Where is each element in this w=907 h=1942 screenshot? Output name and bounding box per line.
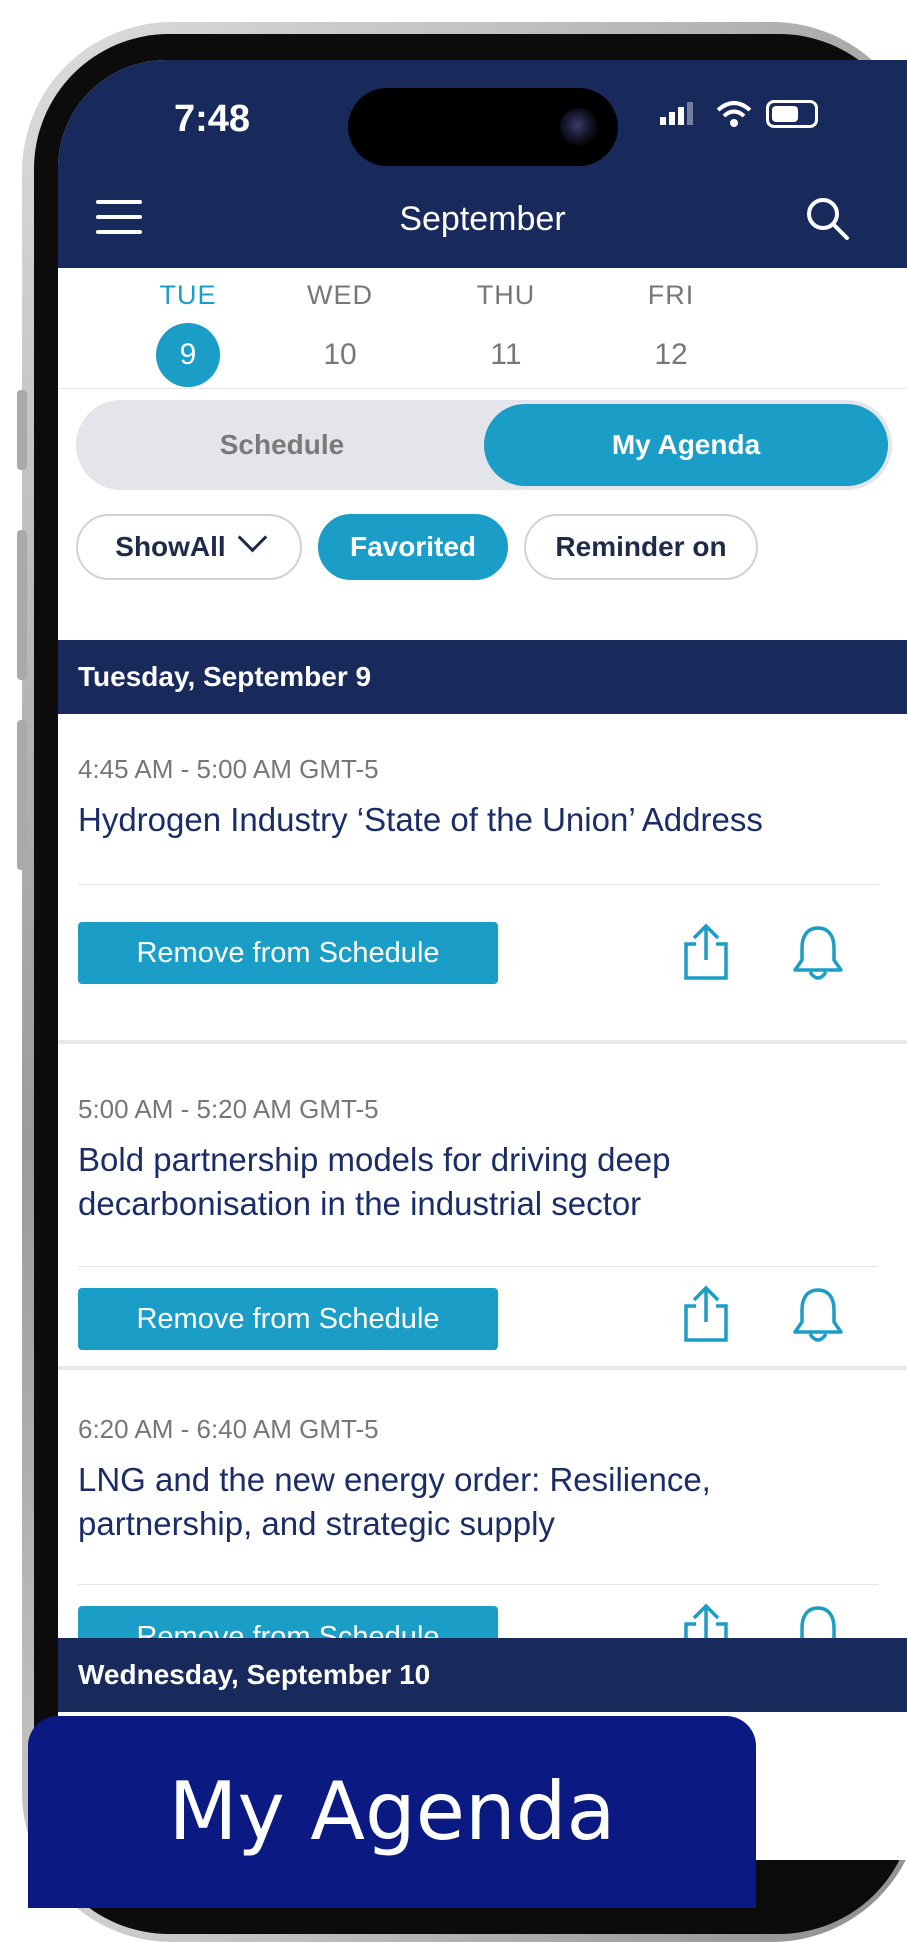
top-bar: 7:48 September	[58, 60, 907, 268]
share-icon[interactable]	[678, 1284, 734, 1344]
view-segmented-control: Schedule My Agenda	[76, 400, 892, 490]
remove-from-schedule-button[interactable]: Remove from Schedule	[78, 1288, 498, 1350]
app-screen: 7:48 September TUE 9 WED 10 THU 11 FRI 1…	[58, 60, 907, 1860]
day-number: 11	[490, 338, 522, 371]
page-title: September	[399, 200, 566, 238]
day-name: FRI	[647, 280, 695, 310]
session-time: 5:00 AM - 5:20 AM GMT-5	[78, 1094, 379, 1124]
session-card: 4:45 AM - 5:00 AM GMT-5 Hydrogen Industr…	[58, 714, 907, 1044]
mute-switch	[17, 390, 27, 470]
day-strip: TUE 9 WED 10 THU 11 FRI 12	[58, 268, 907, 389]
show-all-label: ShowAll	[115, 531, 226, 562]
session-time: 4:45 AM - 5:00 AM GMT-5	[78, 754, 379, 784]
day-name: TUE	[159, 280, 217, 310]
camera-icon	[560, 108, 598, 146]
battery-icon	[766, 100, 818, 128]
favorited-filter[interactable]: Favorited	[318, 514, 508, 580]
session-card: 5:00 AM - 5:20 AM GMT-5 Bold partnership…	[58, 1044, 907, 1370]
wifi-icon	[716, 101, 752, 127]
divider	[78, 1266, 878, 1267]
day-tab-fri[interactable]: FRI 12	[611, 280, 731, 387]
session-title[interactable]: LNG and the new energy order: Resilience…	[78, 1458, 878, 1546]
volume-up-button	[17, 530, 27, 680]
day-number: 10	[323, 338, 357, 371]
status-time: 7:48	[174, 98, 251, 140]
session-title[interactable]: Hydrogen Industry ‘State of the Union’ A…	[78, 798, 878, 842]
caption-banner: My Agenda	[28, 1716, 756, 1908]
cellular-signal-icon	[660, 102, 693, 125]
session-time: 6:20 AM - 6:40 AM GMT-5	[78, 1414, 379, 1444]
volume-down-button	[17, 720, 27, 870]
chevron-down-icon	[237, 522, 268, 553]
show-all-filter[interactable]: ShowAll	[76, 514, 302, 580]
session-title[interactable]: Bold partnership models for driving deep…	[78, 1138, 878, 1226]
day-name: WED	[307, 280, 373, 310]
day-section-header: Wednesday, September 10	[58, 1638, 907, 1712]
my-agenda-tab[interactable]: My Agenda	[484, 404, 888, 486]
day-section-header: Tuesday, September 9	[58, 640, 907, 714]
day-tab-thu[interactable]: THU 11	[446, 280, 566, 387]
reminder-on-filter[interactable]: Reminder on	[524, 514, 758, 580]
day-name: THU	[476, 280, 536, 310]
day-number: 9	[156, 323, 220, 387]
search-icon[interactable]	[803, 194, 851, 242]
bell-icon[interactable]	[790, 922, 846, 982]
dynamic-island	[348, 88, 618, 166]
status-icons	[658, 100, 818, 128]
day-tab-wed[interactable]: WED 10	[280, 280, 400, 387]
divider	[78, 884, 878, 885]
schedule-tab[interactable]: Schedule	[80, 404, 484, 486]
day-tab-tue[interactable]: TUE 9	[128, 280, 248, 387]
bell-icon[interactable]	[790, 1284, 846, 1344]
remove-from-schedule-button[interactable]: Remove from Schedule	[78, 922, 498, 984]
divider	[78, 1584, 878, 1585]
day-number: 12	[654, 338, 688, 371]
share-icon[interactable]	[678, 922, 734, 982]
